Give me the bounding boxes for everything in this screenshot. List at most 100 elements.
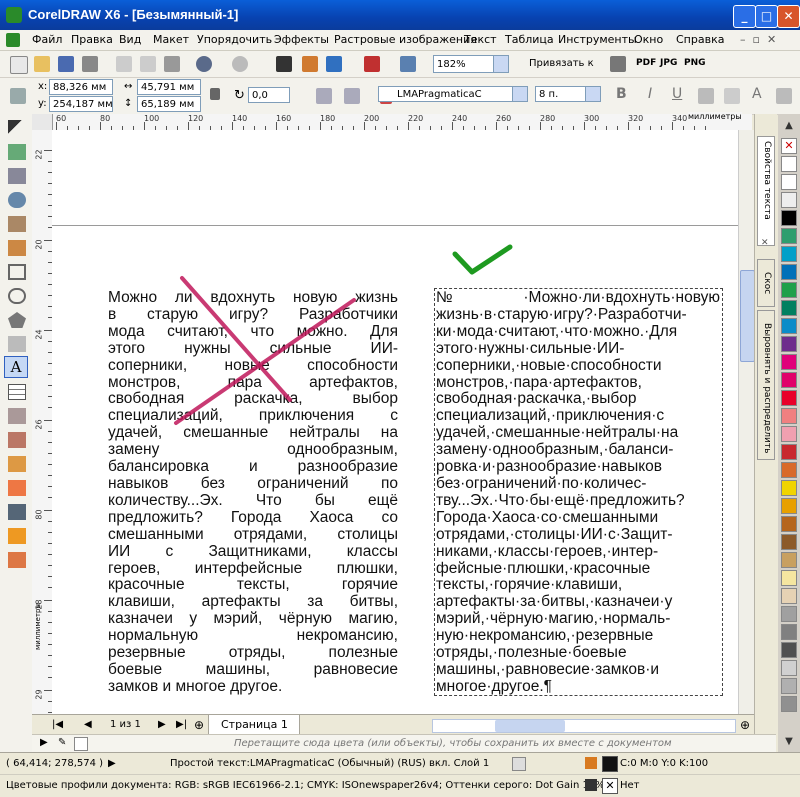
close-button[interactable]: ✕ — [777, 5, 800, 28]
y-position-field[interactable]: 254,187 мм — [49, 96, 113, 112]
eyedropper-icon[interactable]: ✎ — [58, 737, 66, 748]
publish-pdf-button[interactable]: PDF — [636, 58, 656, 68]
print-icon[interactable] — [82, 56, 98, 72]
blend-tool-icon[interactable] — [8, 456, 26, 472]
palette-swatch[interactable] — [781, 282, 797, 298]
menu-arrange[interactable]: Упорядочить — [197, 33, 272, 46]
basic-shapes-tool-icon[interactable] — [8, 336, 26, 352]
undo-icon[interactable] — [196, 56, 212, 72]
mirror-vertical-icon[interactable] — [344, 88, 360, 104]
horizontal-scrollbar[interactable] — [432, 719, 736, 733]
crop-tool-icon[interactable] — [8, 168, 26, 184]
x-position-field[interactable]: 88,326 мм — [49, 79, 113, 95]
search-content-icon[interactable] — [276, 56, 292, 72]
italic-button[interactable]: I — [648, 86, 652, 102]
text-align-icon[interactable] — [698, 88, 714, 104]
palette-swatch[interactable] — [781, 264, 797, 280]
cut-icon[interactable] — [116, 56, 132, 72]
palette-swatch[interactable] — [781, 246, 797, 262]
doc-window-controls[interactable]: – ▫ ✕ — [740, 33, 776, 46]
redo-icon[interactable] — [232, 56, 248, 72]
palette-down-arrow-icon[interactable]: ▼ — [781, 736, 797, 750]
add-page-icon[interactable]: ⊕ — [194, 718, 204, 732]
horizontal-scroll-thumb[interactable] — [495, 720, 565, 732]
palette-swatch[interactable] — [781, 588, 797, 604]
palette-swatch[interactable] — [781, 570, 797, 586]
palette-swatch[interactable] — [781, 228, 797, 244]
menu-bitmaps[interactable]: Растровые изображения — [334, 33, 477, 46]
menu-help[interactable]: Справка — [676, 33, 724, 46]
export-icon[interactable] — [326, 56, 342, 72]
document-menu-icon[interactable] — [6, 33, 20, 47]
copy-icon[interactable] — [140, 56, 156, 72]
height-field[interactable]: 65,189 мм — [137, 96, 201, 112]
width-field[interactable]: 45,791 мм — [137, 79, 201, 95]
tab-page-1[interactable]: Страница 1 — [208, 715, 300, 735]
palette-swatch[interactable] — [781, 696, 797, 712]
lock-ratio-icon[interactable] — [210, 88, 220, 100]
text-tool-icon[interactable]: A — [4, 356, 28, 378]
bullets-icon[interactable] — [724, 88, 740, 104]
palette-swatch[interactable] — [781, 354, 797, 370]
freehand-tool-icon[interactable] — [8, 216, 26, 232]
smart-fill-tool-icon[interactable] — [8, 240, 26, 256]
underline-button[interactable]: U — [672, 86, 682, 102]
ruler-origin[interactable] — [32, 114, 53, 131]
palette-swatch[interactable] — [781, 210, 797, 226]
menu-text[interactable]: Текст — [464, 33, 497, 46]
bold-button[interactable]: B — [616, 86, 627, 102]
font-size-select[interactable]: 8 п. — [535, 86, 601, 102]
palette-swatch[interactable] — [781, 300, 797, 316]
rotation-angle-field[interactable]: 0,0 — [248, 87, 290, 103]
palette-swatch[interactable] — [781, 678, 797, 694]
docker-tab-bevel[interactable]: Скос — [757, 259, 775, 307]
docker-close-icon[interactable]: ✕ — [761, 238, 769, 248]
export-png-button[interactable]: PNG — [684, 58, 706, 68]
save-icon[interactable] — [58, 56, 74, 72]
menu-edit[interactable]: Правка — [71, 33, 113, 46]
paste-icon[interactable] — [164, 56, 180, 72]
vertical-ruler[interactable]: миллиметры 22 20 24 26 80 28 29 — [32, 130, 53, 714]
rectangle-tool-icon[interactable] — [8, 264, 26, 280]
status-flyout-arrow-icon[interactable]: ▶ — [108, 758, 116, 769]
polygon-tool-icon[interactable] — [8, 312, 26, 328]
outline-pen-tool-icon[interactable] — [8, 528, 26, 544]
vertical-scrollbar[interactable] — [738, 130, 755, 714]
options-icon[interactable] — [610, 56, 626, 72]
palette-swatch[interactable] — [781, 552, 797, 568]
open-icon[interactable] — [34, 56, 50, 72]
palette-swatch[interactable] — [781, 642, 797, 658]
eyedropper-tool-icon[interactable] — [8, 504, 26, 520]
zoom-tool-icon[interactable] — [8, 192, 26, 208]
snap-to-menu[interactable]: Привязать к — [529, 58, 594, 69]
palette-swatch[interactable] — [781, 534, 797, 550]
new-icon[interactable] — [10, 56, 28, 74]
minimize-button[interactable]: _ — [733, 5, 756, 28]
palette-swatch[interactable] — [781, 318, 797, 334]
drawing-canvas[interactable]: Можно ли вдохнуть новую жизнь в старую иг… — [52, 130, 752, 714]
menu-table[interactable]: Таблица — [505, 33, 554, 46]
palette-swatch[interactable] — [781, 444, 797, 460]
parallel-dimension-tool-icon[interactable] — [8, 408, 26, 424]
menu-effects[interactable]: Эффекты — [274, 33, 329, 46]
document-color-profiles[interactable]: Цветовые профили документа: RGB: sRGB IE… — [6, 780, 605, 791]
palette-swatch[interactable] — [781, 516, 797, 532]
palette-swatch[interactable] — [781, 606, 797, 622]
palette-swatch[interactable] — [781, 156, 797, 172]
import-icon[interactable] — [302, 56, 318, 72]
no-color-swatch[interactable]: ✕ — [781, 138, 797, 154]
first-page-button[interactable]: |◀ — [52, 719, 63, 730]
character-formatting-button[interactable]: A — [752, 86, 762, 102]
connector-tool-icon[interactable] — [8, 432, 26, 448]
shape-tool-icon[interactable] — [8, 144, 26, 160]
menu-file[interactable]: Файл — [32, 33, 62, 46]
palette-swatch[interactable] — [781, 192, 797, 208]
app-launcher-icon[interactable] — [364, 56, 380, 72]
menu-view[interactable]: Вид — [119, 33, 141, 46]
zoom-level-select[interactable]: 182% — [433, 55, 509, 73]
last-page-button[interactable]: ▶| — [176, 719, 187, 730]
palette-swatch[interactable] — [781, 480, 797, 496]
menu-window[interactable]: Окно — [634, 33, 663, 46]
fill-color-swatch[interactable] — [602, 756, 618, 772]
outline-color-swatch[interactable]: ✕ — [602, 778, 618, 794]
